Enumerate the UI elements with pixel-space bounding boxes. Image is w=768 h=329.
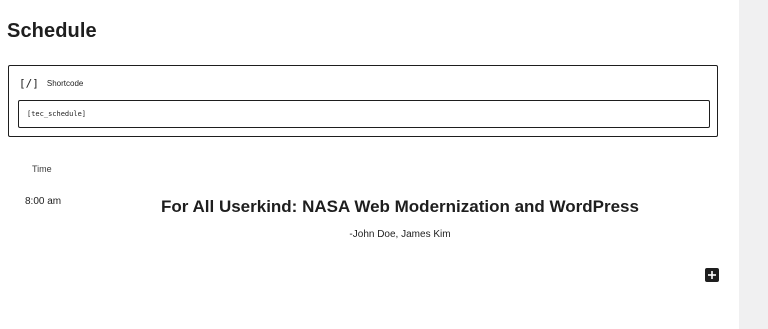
plus-icon (708, 271, 716, 279)
session-speakers: -John Doe, James Kim (349, 229, 451, 240)
shortcode-block-header: [/] Shortcode (19, 77, 83, 90)
shortcode-block[interactable]: [/] Shortcode (8, 65, 718, 137)
shortcode-icon: [/] (19, 77, 39, 90)
editor-canvas: Schedule [/] Shortcode Time 8:00 am For … (0, 0, 768, 329)
add-block-button[interactable] (705, 268, 719, 282)
schedule-time-header: Time (32, 164, 52, 174)
settings-sidebar (739, 0, 768, 329)
session-title[interactable]: For All Userkind: NASA Web Modernization… (140, 197, 660, 217)
shortcode-input[interactable] (18, 100, 710, 128)
session-time: 8:00 am (25, 196, 62, 207)
page-title[interactable]: Schedule (7, 20, 97, 43)
shortcode-block-label: Shortcode (46, 79, 84, 88)
